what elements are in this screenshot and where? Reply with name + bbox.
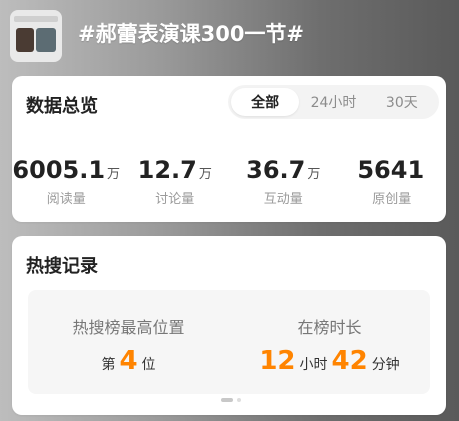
page-indicator-active-dot bbox=[221, 398, 233, 402]
stat-original-label: 原创量 bbox=[372, 192, 412, 207]
position-suffix: 位 bbox=[141, 357, 156, 373]
duration-line: 12 小时 42 分钟 bbox=[229, 348, 430, 374]
stat-reads: 6005.1 万 阅读量 bbox=[12, 156, 121, 216]
stat-discussions-unit: 万 bbox=[198, 167, 212, 182]
data-overview-card: 数据总览 全部 24小时 30天 6005.1 万 阅读量 12.7 万 讨论量 3… bbox=[12, 76, 446, 222]
position-prefix: 第 bbox=[101, 357, 116, 373]
duration-hours-unit: 小时 bbox=[299, 357, 328, 373]
stat-reads-value-line: 6005.1 万 bbox=[12, 156, 121, 184]
stat-original-value-line: 5641 bbox=[338, 156, 447, 184]
topic-header: #郝蕾表演课300一节# bbox=[0, 0, 459, 74]
stat-discussions-value: 12.7 bbox=[137, 156, 197, 184]
topic-title: #郝蕾表演课300一节# bbox=[78, 22, 305, 46]
duration-section: 在榜时长 12 小时 42 分钟 bbox=[229, 290, 430, 394]
stat-reads-value: 6005.1 bbox=[12, 156, 106, 184]
duration-minutes: 42 bbox=[331, 346, 368, 376]
stat-interactions-value-line: 36.7 万 bbox=[229, 156, 338, 184]
stat-discussions-value-line: 12.7 万 bbox=[121, 156, 230, 184]
thumbnail-photo-right bbox=[36, 28, 56, 52]
stats-row: 6005.1 万 阅读量 12.7 万 讨论量 36.7 万 互动量 5641 原创量 bbox=[12, 156, 446, 216]
duration-hours: 12 bbox=[259, 346, 296, 376]
stat-original: 5641 原创量 bbox=[338, 156, 447, 216]
highest-position-label: 热搜榜最高位置 bbox=[72, 318, 185, 337]
time-range-tabs: 全部 24小时 30天 bbox=[228, 85, 439, 119]
hot-search-record-box: 热搜榜最高位置 第 4 位 在榜时长 12 小时 42 分钟 bbox=[28, 290, 430, 394]
duration-label: 在榜时长 bbox=[297, 318, 362, 337]
position-value: 4 bbox=[119, 346, 138, 376]
tab-30-days[interactable]: 30天 bbox=[368, 88, 436, 116]
hot-search-card: 热搜记录 热搜榜最高位置 第 4 位 在榜时长 12 小时 42 分钟 bbox=[12, 236, 446, 415]
topic-thumbnail[interactable] bbox=[10, 10, 62, 62]
stat-discussions-label: 讨论量 bbox=[155, 192, 195, 207]
overview-title: 数据总览 bbox=[26, 96, 98, 117]
highest-position-section: 热搜榜最高位置 第 4 位 bbox=[28, 290, 229, 394]
page-indicator-dot bbox=[237, 398, 241, 402]
hot-search-title: 热搜记录 bbox=[26, 256, 98, 277]
page-indicator bbox=[221, 398, 241, 402]
stat-interactions-unit: 万 bbox=[307, 167, 321, 182]
stat-original-value: 5641 bbox=[357, 156, 425, 184]
stat-discussions: 12.7 万 讨论量 bbox=[121, 156, 230, 216]
stat-interactions-value: 36.7 bbox=[246, 156, 306, 184]
duration-minutes-unit: 分钟 bbox=[371, 357, 400, 373]
highest-position-line: 第 4 位 bbox=[28, 348, 229, 374]
stat-interactions-label: 互动量 bbox=[263, 192, 303, 207]
thumbnail-photo-left bbox=[16, 28, 34, 52]
thumbnail-text-line bbox=[14, 16, 58, 22]
stat-reads-label: 阅读量 bbox=[46, 192, 86, 207]
stat-interactions: 36.7 万 互动量 bbox=[229, 156, 338, 216]
tab-24-hours[interactable]: 24小时 bbox=[299, 88, 367, 116]
stat-reads-unit: 万 bbox=[107, 167, 121, 182]
tab-all[interactable]: 全部 bbox=[231, 88, 300, 116]
